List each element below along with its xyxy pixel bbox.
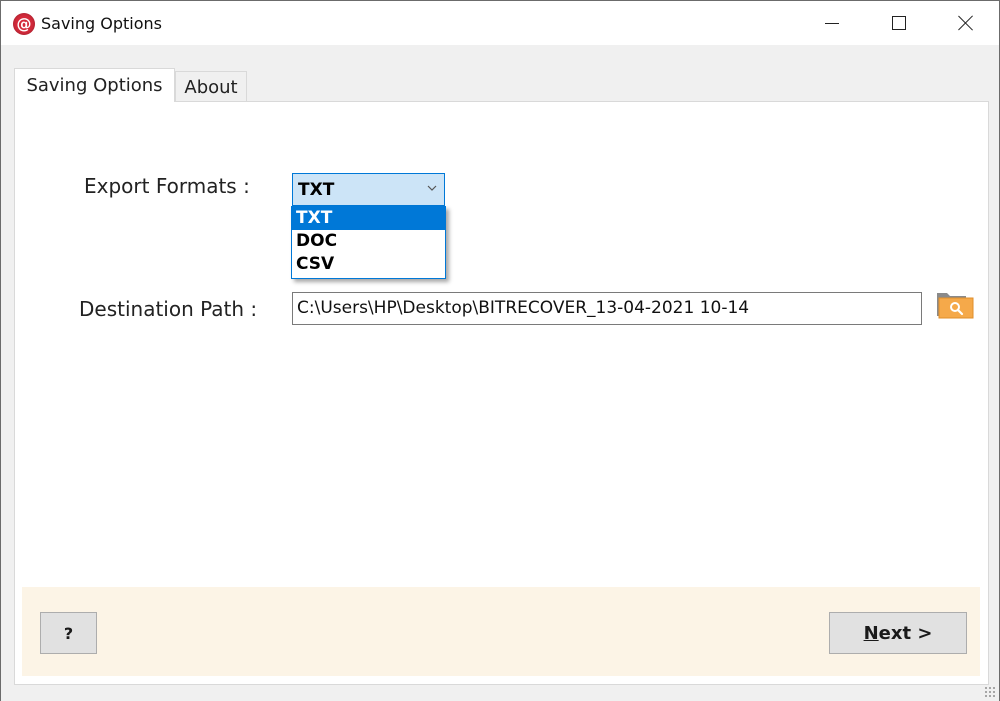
export-format-select[interactable]: TXT <box>292 173 445 206</box>
next-mnemonic: N <box>863 622 879 644</box>
minimize-button[interactable] <box>809 1 855 45</box>
minimize-icon <box>825 22 839 24</box>
tab-saving-options[interactable]: Saving Options <box>14 68 175 102</box>
close-icon <box>958 15 974 31</box>
destination-path-input[interactable]: C:\Users\HP\Desktop\BITRECOVER_13-04-202… <box>292 292 922 325</box>
saving-options-panel: Export Formats : TXT TXT DOC CSV Destina… <box>14 101 989 685</box>
at-sign-icon: @ <box>13 13 35 35</box>
export-format-dropdown-list: TXT DOC CSV <box>291 206 446 279</box>
window-title: Saving Options <box>41 14 162 33</box>
dropdown-option-doc[interactable]: DOC <box>292 230 445 253</box>
footer-bar: ? Next > <box>22 587 980 676</box>
title-bar: @ Saving Options <box>1 1 999 45</box>
resize-grip[interactable] <box>984 686 996 698</box>
help-button[interactable]: ? <box>40 612 97 654</box>
tab-about[interactable]: About <box>175 71 247 102</box>
maximize-button[interactable] <box>876 1 922 45</box>
folder-search-icon <box>937 293 974 319</box>
close-button[interactable] <box>943 1 989 45</box>
export-formats-label: Export Formats : <box>84 174 250 198</box>
dropdown-option-csv[interactable]: CSV <box>292 253 445 276</box>
maximize-icon <box>892 16 906 30</box>
next-button[interactable]: Next > <box>829 612 967 654</box>
chevron-down-icon <box>427 185 437 191</box>
browse-folder-button[interactable] <box>935 287 975 323</box>
dropdown-option-txt[interactable]: TXT <box>292 207 445 230</box>
next-label: ext > <box>878 622 933 644</box>
export-format-value: TXT <box>298 180 335 200</box>
destination-path-label: Destination Path : <box>79 297 258 321</box>
